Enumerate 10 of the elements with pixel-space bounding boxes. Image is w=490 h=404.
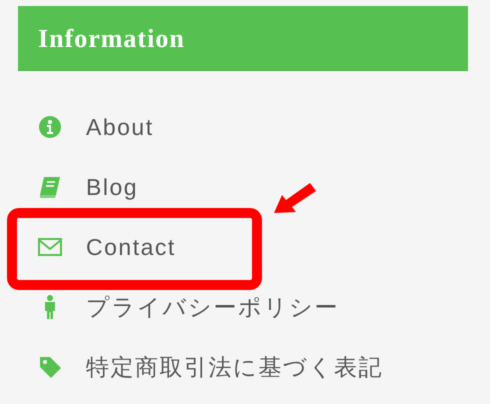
info-icon [37, 114, 63, 140]
tag-icon [37, 354, 63, 380]
book-icon [37, 174, 63, 200]
menu-link[interactable]: Contact [86, 230, 176, 264]
menu-link[interactable]: Blog [86, 170, 138, 204]
menu-link[interactable]: プライバシーポリシー [86, 290, 339, 324]
menu-link[interactable]: 特定商取引法に基づく表記 [86, 350, 383, 384]
section-title: Information [38, 22, 185, 54]
menu-link[interactable]: About [86, 110, 154, 144]
arrow-icon [272, 180, 318, 216]
